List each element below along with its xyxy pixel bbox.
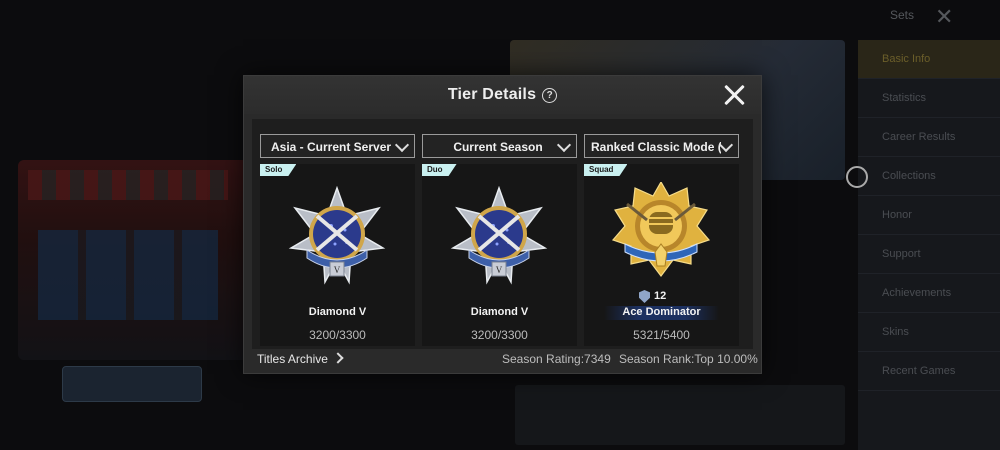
background-settings-label: Sets	[890, 8, 915, 22]
help-icon[interactable]: ?	[542, 87, 558, 103]
tier-name: Diamond V	[308, 306, 367, 318]
svg-text:V: V	[334, 265, 341, 275]
close-button[interactable]	[721, 82, 747, 108]
bg-panel-row: Achievements	[858, 274, 1000, 313]
tier-name: Ace Dominator	[622, 306, 701, 318]
ace-dominator-badge-icon	[611, 180, 711, 282]
season-dropdown[interactable]: Current Season	[422, 134, 577, 158]
tier-points: 3200/3300	[471, 328, 528, 342]
bg-panel-row: Honor	[858, 196, 1000, 235]
dialog-title-bar: Tier Details ?	[244, 76, 761, 114]
shield-icon	[639, 290, 650, 303]
dialog-title: Tier Details	[447, 86, 537, 103]
season-rating: Season Rating:7349	[502, 352, 611, 366]
svg-text:V: V	[496, 265, 503, 275]
background-stats	[515, 385, 845, 445]
background-vehicle	[18, 160, 248, 360]
bg-panel-row: Career Results	[858, 118, 1000, 157]
ace-count: 12	[654, 290, 667, 302]
bg-panel-row: Collections	[858, 157, 1000, 196]
bg-panel-row: Support	[858, 235, 1000, 274]
tier-points: 5321/5400	[633, 328, 690, 342]
chevron-down-icon	[718, 137, 734, 153]
background-circle-icon	[846, 166, 868, 188]
bg-panel-row: Statistics	[858, 79, 1000, 118]
background-button	[62, 366, 202, 402]
tier-card-squad[interactable]: Squad 12 Ace Dominator 5321/5400	[584, 164, 739, 346]
tier-name: Diamond V	[470, 306, 529, 318]
season-rank: Season Rank:Top 10.00%	[619, 352, 758, 366]
dialog-content: Asia - Current Server Current Season Ran…	[252, 119, 753, 349]
diamond-badge-icon: V	[449, 185, 549, 286]
dialog-footer: Titles Archive Season Rating:7349 Season…	[244, 352, 761, 372]
background-close-icon: ✕	[935, 4, 954, 29]
server-dropdown[interactable]: Asia - Current Server	[260, 134, 415, 158]
tier-card-solo[interactable]: Solo V Diamond V 3200/3300	[260, 164, 415, 346]
mode-tag: Squad	[584, 164, 627, 176]
mode-tag: Solo	[260, 164, 296, 176]
mode-dropdown[interactable]: Ranked Classic Mode (TPP)	[584, 134, 739, 158]
server-dropdown-value: Asia - Current Server	[271, 140, 392, 154]
titles-archive-label: Titles Archive	[257, 352, 328, 366]
chevron-right-icon	[332, 352, 344, 364]
bg-panel-row: Basic Info	[858, 40, 1000, 79]
season-dropdown-value: Current Season	[453, 140, 543, 154]
mode-dropdown-value: Ranked Classic Mode (TPP)	[591, 140, 721, 154]
tier-card-duo[interactable]: Duo V Diamond V 3200/3300	[422, 164, 577, 346]
tier-points: 3200/3300	[309, 328, 366, 342]
tier-details-dialog: Tier Details ? Asia - Current Server Cur…	[243, 75, 762, 374]
background-side-panel: Basic Info Statistics Career Results Col…	[858, 40, 1000, 450]
diamond-badge-icon: V	[287, 185, 387, 286]
titles-archive-link[interactable]: Titles Archive	[257, 352, 344, 366]
bg-panel-row: Skins	[858, 313, 1000, 352]
bg-panel-row: Recent Games	[858, 352, 1000, 391]
mode-tag: Duo	[422, 164, 457, 176]
